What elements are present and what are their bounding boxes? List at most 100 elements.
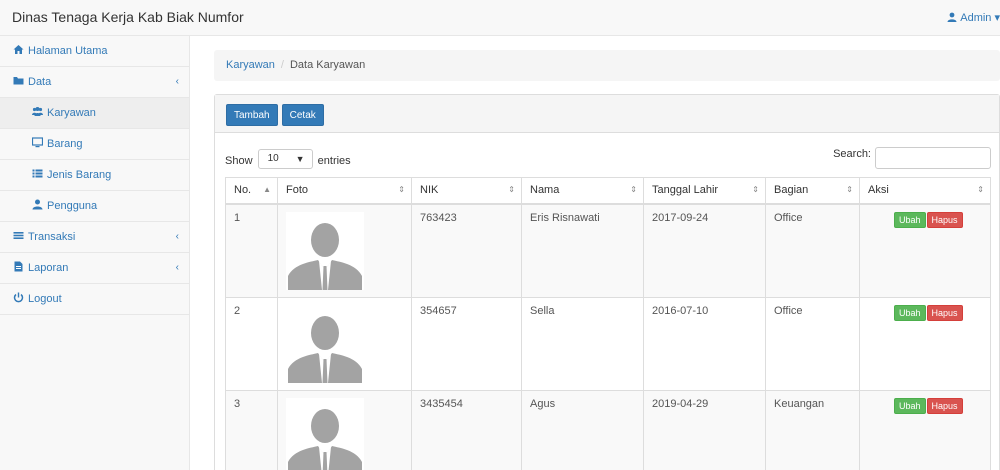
sidebar-item-jenis-barang[interactable]: Jenis Barang <box>0 160 189 191</box>
cell-aksi: Ubah Hapus <box>859 296 991 391</box>
cell-aksi: Ubah Hapus <box>859 203 991 298</box>
sidebar-item-label: Data <box>28 76 52 88</box>
cell-foto <box>277 203 412 298</box>
employee-table: No. ▲ Foto ⇕ NIK ⇕ Nama ⇕ Tanggal Lahir ⇕ Bag… <box>225 177 991 470</box>
column-header-foto[interactable]: Foto ⇕ <box>277 177 412 205</box>
avatar <box>286 211 364 290</box>
avatar <box>286 397 364 470</box>
list-icon <box>32 169 43 178</box>
entries-length: Show 10 ▼ entries <box>225 149 351 171</box>
cell-bagian: Office <box>765 296 860 391</box>
datatable-controls: Show 10 ▼ entries Search: <box>225 147 991 169</box>
user-menu[interactable]: Admin ▾ <box>947 11 1000 24</box>
table-header-row: No. ▲ Foto ⇕ NIK ⇕ Nama ⇕ Tanggal Lahir ⇕ Bag… <box>225 177 991 205</box>
sidebar-item-barang[interactable]: Barang <box>0 129 189 160</box>
cell-tanggal-lahir: 2019-04-29 <box>643 389 766 470</box>
sidebar-item-label: Logout <box>28 293 62 305</box>
edit-button[interactable]: Ubah <box>894 304 926 321</box>
cell-tanggal-lahir: 2017-09-24 <box>643 203 766 298</box>
sidebar-item-karyawan[interactable]: Karyawan <box>0 98 189 129</box>
sort-icon: ⇕ <box>977 185 984 194</box>
sidebar-item-transaksi[interactable]: Transaksi ‹ <box>0 222 189 253</box>
column-header-no[interactable]: No. ▲ <box>225 177 278 205</box>
show-label: Show <box>225 154 253 167</box>
main-content: Karyawan / Data Karyawan Tambah Cetak Show… <box>214 36 1000 470</box>
breadcrumb: Karyawan / Data Karyawan <box>214 50 1000 81</box>
column-header-aksi[interactable]: Aksi ⇕ <box>859 177 991 205</box>
power-icon <box>13 292 24 303</box>
column-header-bagian[interactable]: Bagian ⇕ <box>765 177 860 205</box>
column-header-nik[interactable]: NIK ⇕ <box>411 177 522 205</box>
user-icon <box>32 199 43 210</box>
add-button[interactable]: Tambah <box>226 104 278 126</box>
table-row: 3 3435454 Agus 2019-04-29 Keuangan Ubah H… <box>225 389 991 470</box>
cell-tanggal-lahir: 2016-07-10 <box>643 296 766 391</box>
sort-icon: ⇕ <box>508 185 515 194</box>
cell-no: 3 <box>225 389 278 470</box>
sort-icon: ⇕ <box>752 185 759 194</box>
column-header-tanggal-lahir[interactable]: Tanggal Lahir ⇕ <box>643 177 766 205</box>
entries-label: entries <box>317 154 351 167</box>
cell-bagian: Office <box>765 203 860 298</box>
sidebar-item-pengguna[interactable]: Pengguna <box>0 191 189 222</box>
sort-icon: ⇕ <box>630 185 637 194</box>
sidebar: Halaman Utama Data ‹ Karyawan Barang Jen… <box>0 36 190 470</box>
sidebar-item-data[interactable]: Data ‹ <box>0 67 189 98</box>
edit-button[interactable]: Ubah <box>894 211 926 228</box>
caret-down-icon: ▾ <box>991 12 1000 24</box>
sidebar-item-halaman-utama[interactable]: Halaman Utama <box>0 36 189 67</box>
table-row: 2 354657 Sella 2016-07-10 Office Ubah Hap… <box>225 296 991 391</box>
sidebar-item-label: Pengguna <box>47 200 98 212</box>
home-icon <box>13 45 24 54</box>
sidebar-item-label: Laporan <box>28 262 69 274</box>
entries-value: 10 <box>267 153 279 164</box>
search-box: Search: <box>833 147 991 169</box>
folder-icon <box>13 77 24 85</box>
sort-icon: ⇕ <box>398 185 405 194</box>
desktop-icon <box>32 137 43 148</box>
breadcrumb-link-karyawan[interactable]: Karyawan <box>226 59 275 71</box>
print-button[interactable]: Cetak <box>281 104 324 126</box>
file-icon <box>14 261 23 272</box>
sidebar-item-label: Transaksi <box>28 231 76 243</box>
cell-aksi: Ubah Hapus <box>859 389 991 470</box>
bars-icon <box>13 232 24 239</box>
breadcrumb-current: Data Karyawan <box>289 59 366 71</box>
cell-nik: 354657 <box>411 296 522 391</box>
column-header-nama[interactable]: Nama ⇕ <box>521 177 644 205</box>
chevron-left-icon: ‹ <box>175 231 179 242</box>
sort-icon: ⇕ <box>846 185 853 194</box>
sidebar-item-label: Barang <box>47 138 83 150</box>
sidebar-item-logout[interactable]: Logout <box>0 284 189 315</box>
delete-button[interactable]: Hapus <box>926 211 963 228</box>
sidebar-item-laporan[interactable]: Laporan ‹ <box>0 253 189 284</box>
avatar <box>286 304 364 383</box>
sort-asc-icon: ▲ <box>263 185 271 194</box>
user-icon <box>947 12 957 22</box>
cell-no: 1 <box>225 203 278 298</box>
delete-button[interactable]: Hapus <box>926 397 963 414</box>
sidebar-item-label: Karyawan <box>47 107 96 119</box>
chevron-down-icon: ▼ <box>295 154 305 164</box>
search-input[interactable] <box>875 147 991 169</box>
user-menu-label: Admin <box>960 12 992 24</box>
sidebar-item-label: Jenis Barang <box>47 169 112 181</box>
panel-heading: Tambah Cetak <box>215 95 999 133</box>
chevron-left-icon: ‹ <box>175 262 179 273</box>
data-panel: Tambah Cetak Show 10 ▼ entries Search: No… <box>214 94 1000 470</box>
cell-nama: Agus <box>521 389 644 470</box>
app-brand[interactable]: Dinas Tenaga Kerja Kab Biak Numfor <box>12 9 244 25</box>
cell-foto <box>277 389 412 470</box>
entries-select[interactable]: 10 ▼ <box>257 149 313 169</box>
cell-bagian: Keuangan <box>765 389 860 470</box>
cell-no: 2 <box>225 296 278 391</box>
users-icon <box>32 107 43 116</box>
breadcrumb-separator: / <box>280 59 284 71</box>
delete-button[interactable]: Hapus <box>926 304 963 321</box>
table-row: 1 763423 Eris Risnawati 2017-09-24 Offic… <box>225 203 991 298</box>
cell-nama: Sella <box>521 296 644 391</box>
sidebar-item-label: Halaman Utama <box>28 45 108 57</box>
edit-button[interactable]: Ubah <box>894 397 926 414</box>
cell-nik: 763423 <box>411 203 522 298</box>
search-label: Search: <box>833 147 871 160</box>
